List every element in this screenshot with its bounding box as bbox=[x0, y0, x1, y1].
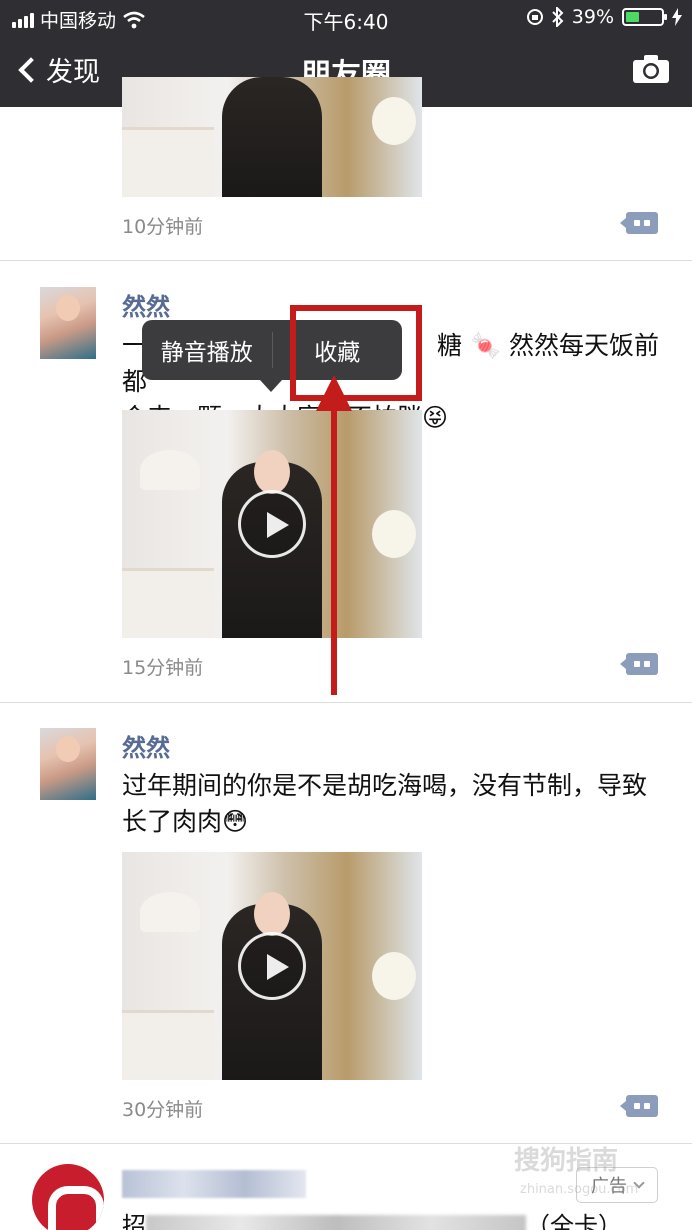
ad-logo[interactable] bbox=[32, 1164, 104, 1230]
ad-name-blurred[interactable] bbox=[122, 1170, 306, 1198]
author-name[interactable]: 然然 bbox=[122, 728, 170, 763]
watermark-url: zhinan.sogou.com bbox=[520, 1182, 639, 1197]
comment-icon[interactable] bbox=[620, 212, 658, 234]
play-icon[interactable] bbox=[238, 932, 306, 1000]
ad-text-suffix: （全卡） bbox=[526, 1212, 622, 1230]
video-thumbnail[interactable] bbox=[122, 852, 422, 1080]
arrow-head-icon bbox=[316, 375, 352, 411]
post-text: 过年期间的你是不是胡吃海喝，没有节制，导致长了肉肉😳 bbox=[122, 771, 648, 836]
post-time: 15分钟前 bbox=[122, 657, 204, 679]
mute-play-option[interactable]: 静音播放 bbox=[142, 333, 272, 367]
divider bbox=[0, 260, 692, 261]
post-time: 10分钟前 bbox=[122, 216, 204, 238]
highlight-box bbox=[290, 305, 422, 401]
play-icon[interactable] bbox=[238, 490, 306, 558]
charging-icon bbox=[672, 8, 682, 26]
watermark: 搜狗指南 bbox=[514, 1146, 619, 1176]
avatar[interactable] bbox=[40, 287, 96, 359]
status-bar: 中国移动 下午6:40 39% bbox=[0, 0, 692, 36]
video-thumbnail[interactable] bbox=[122, 77, 422, 197]
ad-text-prefix: 招 bbox=[122, 1212, 146, 1230]
author-name[interactable]: 然然 bbox=[122, 287, 170, 322]
post-time: 30分钟前 bbox=[122, 1099, 204, 1121]
comment-icon[interactable] bbox=[620, 653, 658, 675]
bluetooth-icon bbox=[552, 7, 564, 27]
avatar[interactable] bbox=[40, 728, 96, 800]
divider bbox=[0, 702, 692, 703]
rotation-lock-icon bbox=[526, 9, 543, 25]
battery-percent: 39% bbox=[571, 6, 614, 28]
camera-icon[interactable] bbox=[632, 54, 670, 84]
video-thumbnail[interactable] bbox=[122, 410, 422, 638]
ad-text: 招 （全卡） bbox=[122, 1206, 622, 1230]
annotation-arrow bbox=[331, 390, 337, 695]
battery-icon bbox=[622, 8, 667, 26]
comment-icon[interactable] bbox=[620, 1095, 658, 1117]
